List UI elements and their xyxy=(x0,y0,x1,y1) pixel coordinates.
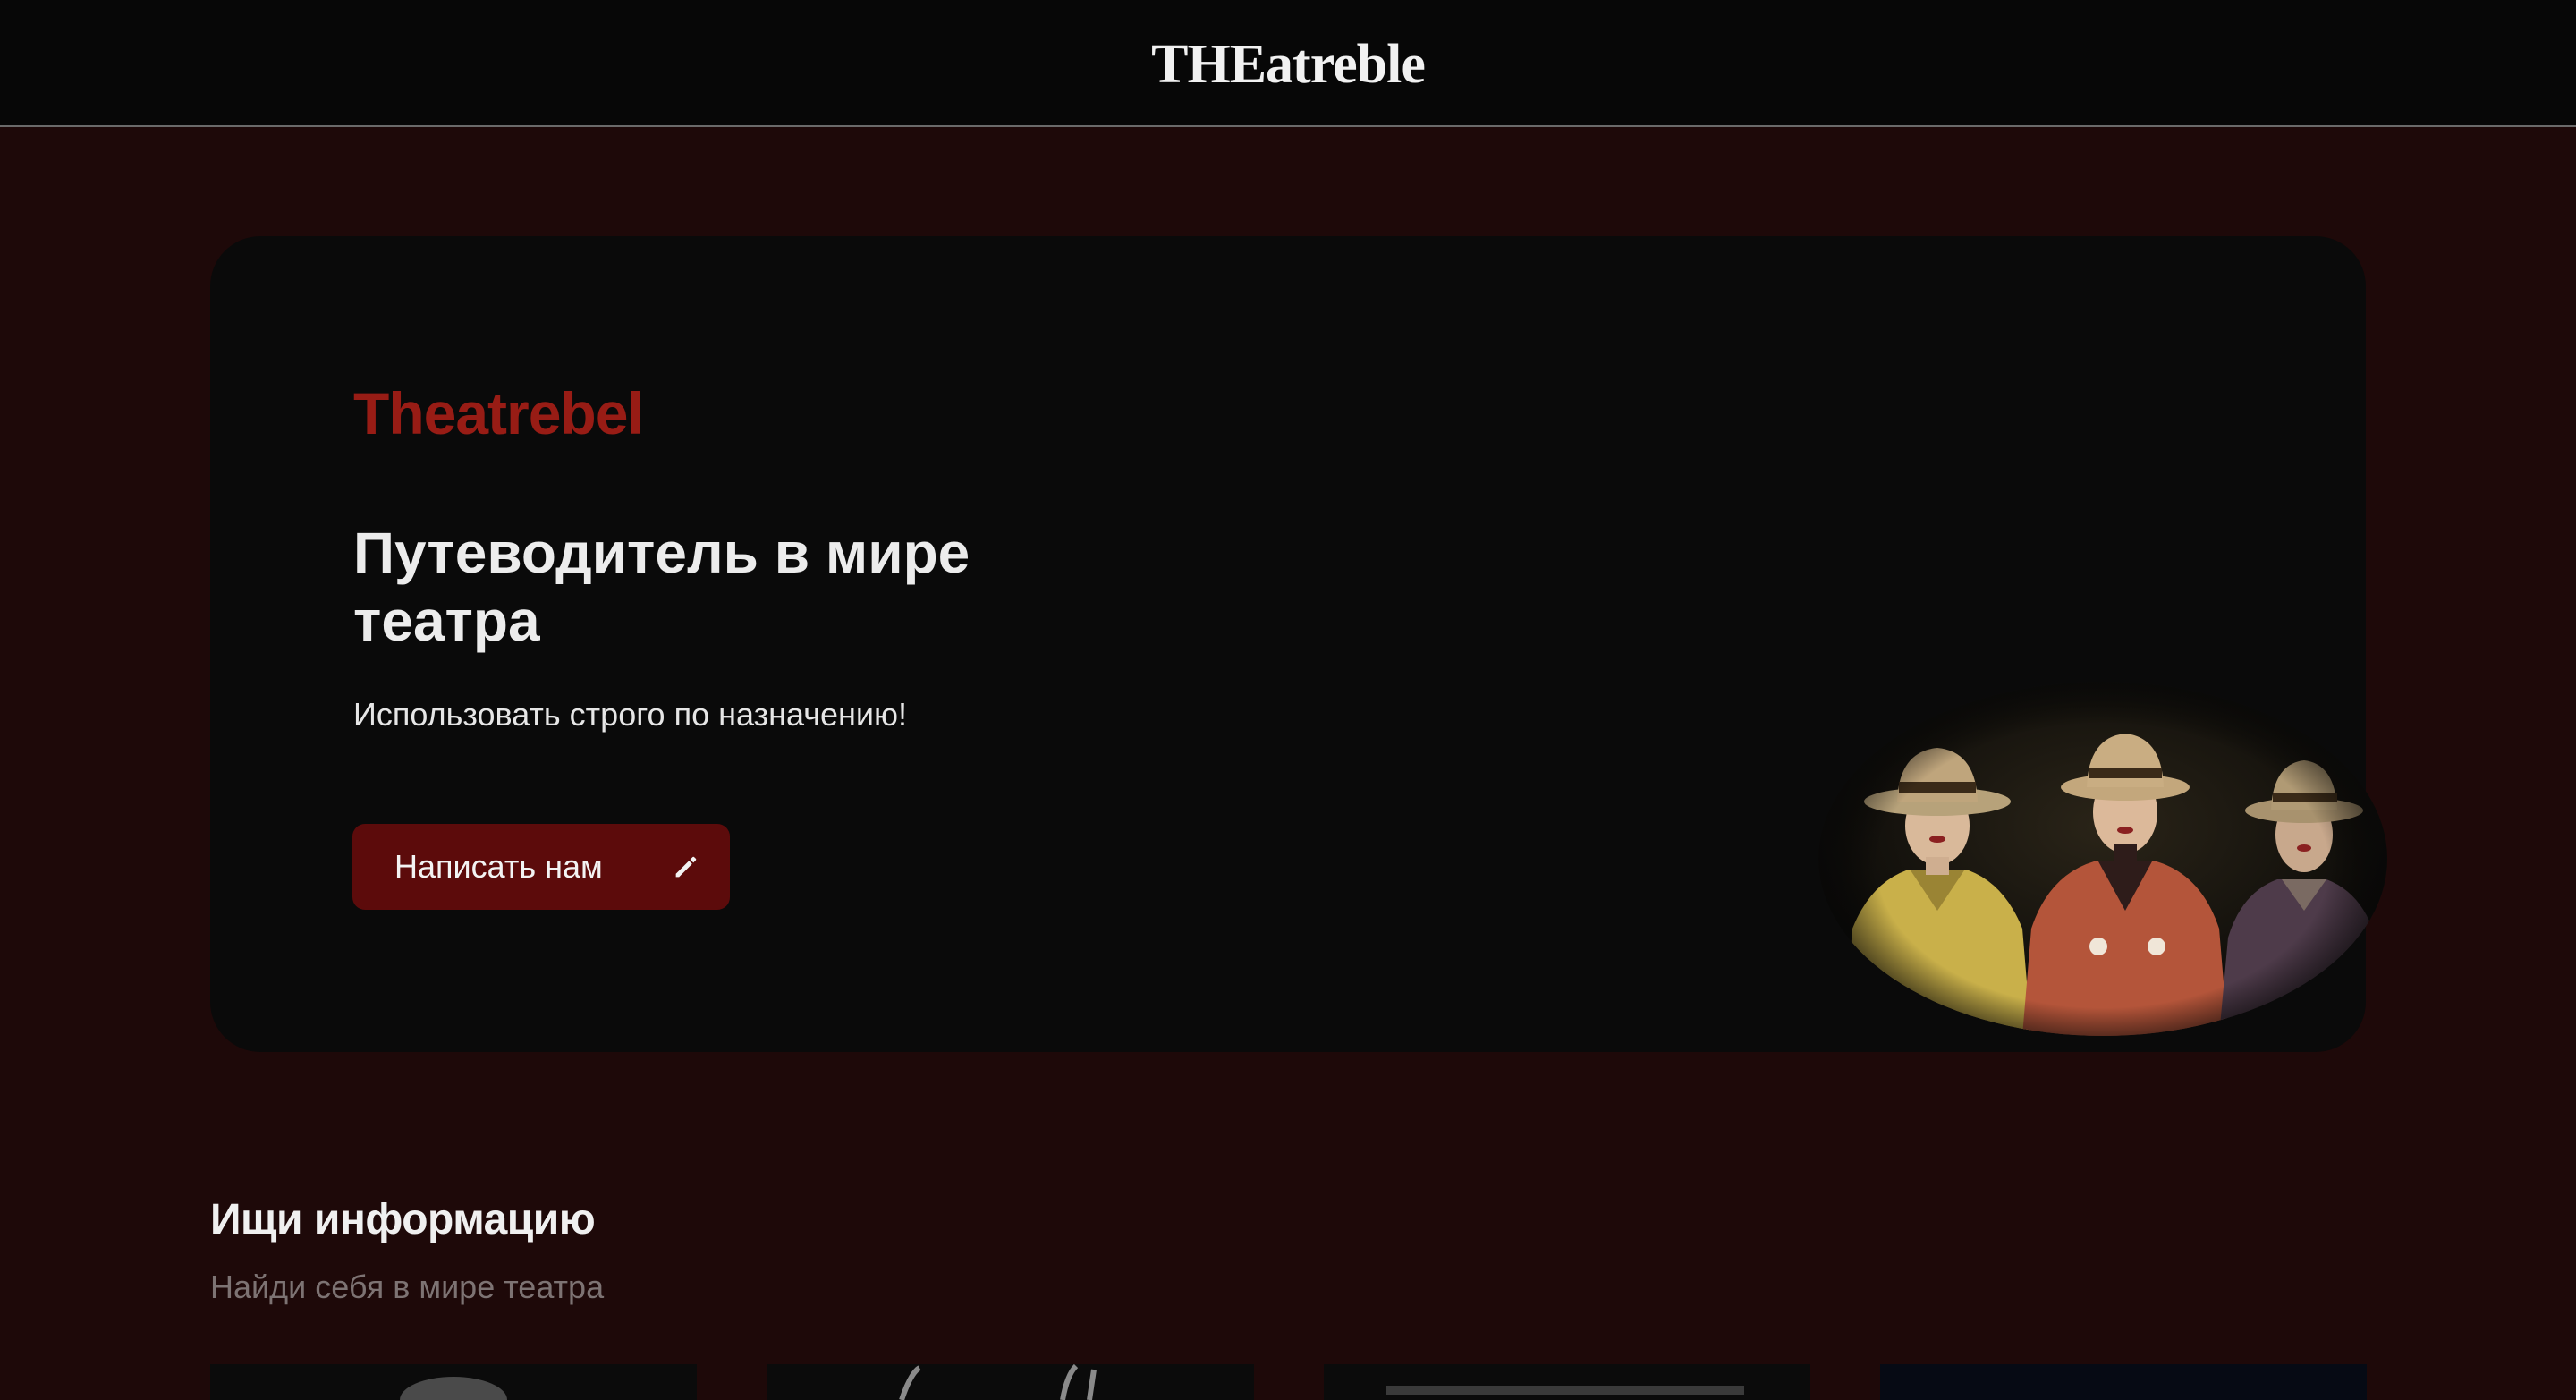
section-subtitle: Найди себя в мире театра xyxy=(210,1268,605,1305)
hero-theatre-image xyxy=(1818,682,2387,1036)
pencil-icon xyxy=(675,856,697,878)
info-card[interactable] xyxy=(210,1364,697,1400)
card-image xyxy=(899,1364,1097,1400)
info-card[interactable] xyxy=(1880,1364,2367,1400)
hero-brand: Theatrebel xyxy=(353,380,644,446)
card-image xyxy=(1386,1386,1744,1395)
site-logo[interactable]: THEatreble xyxy=(1151,30,1426,97)
info-card[interactable] xyxy=(767,1364,1254,1400)
write-us-button[interactable]: Написать нам xyxy=(352,824,730,910)
top-navbar: THEatreble xyxy=(0,0,2576,127)
section-title: Ищи информацию xyxy=(210,1196,596,1243)
card-image xyxy=(400,1377,507,1400)
write-us-button-label: Написать нам xyxy=(394,848,603,885)
hero-headline: Путеводитель в мире театра xyxy=(353,521,970,653)
hero-card: Theatrebel Путеводитель в мире театра Ис… xyxy=(210,236,2387,1052)
info-card[interactable] xyxy=(1324,1364,1810,1400)
hero-tagline: Использовать строго по назначению! xyxy=(353,696,907,733)
